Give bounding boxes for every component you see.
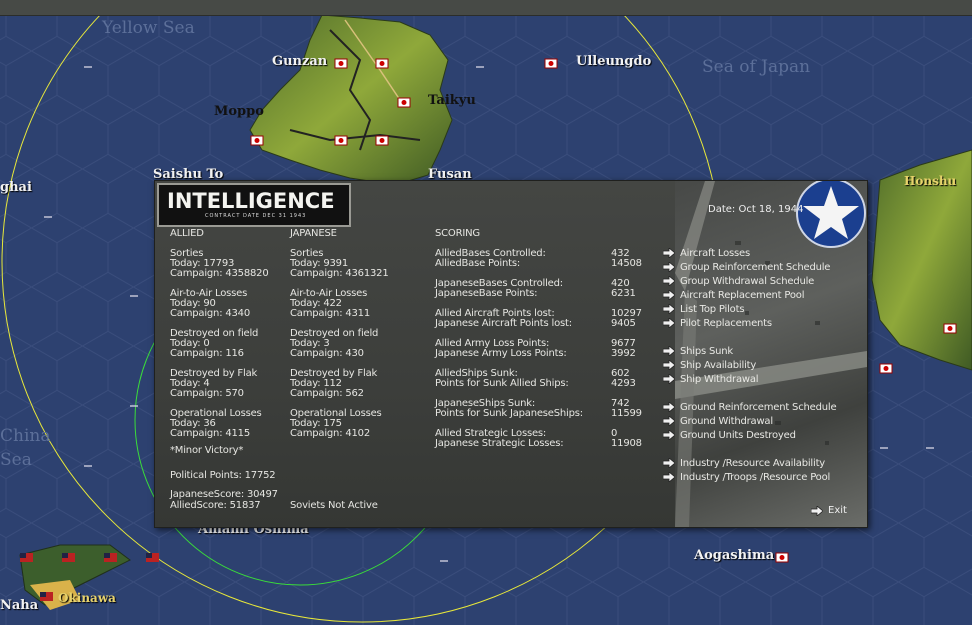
menu-item[interactable]: Group Reinforcement Schedule	[663, 261, 830, 273]
arrow-right-icon	[663, 416, 675, 426]
menu-item[interactable]: Industry /Resource Availability	[663, 457, 825, 469]
menu-item[interactable]: Ship Availability	[663, 359, 756, 371]
japanese-header: JAPANESE	[290, 228, 337, 239]
menu-item[interactable]: Group Withdrawal Schedule	[663, 275, 814, 287]
map-label-china: China	[0, 426, 51, 446]
dialog-title: INTELLIGENCE	[167, 189, 335, 213]
arrow-right-icon	[663, 402, 675, 412]
scoring-value: 11599	[611, 408, 642, 419]
arrow-right-icon	[663, 318, 675, 328]
menu-item[interactable]: Ship Withdrawal	[663, 373, 759, 385]
menu-item[interactable]: Aircraft Losses	[663, 247, 750, 259]
map-label-taikyu[interactable]: Taikyu	[428, 93, 476, 108]
victory-level: *Minor Victory*	[170, 445, 244, 456]
arrow-right-icon	[663, 304, 675, 314]
arrow-right-icon	[663, 430, 675, 440]
map-label-yellow-sea: Yellow Sea	[102, 18, 195, 38]
top-bar	[0, 0, 972, 16]
menu-item-label: Ships Sunk	[680, 345, 734, 357]
menu-item-label: Group Withdrawal Schedule	[680, 275, 815, 287]
scoring-label: Japanese Army Loss Points:	[435, 348, 567, 359]
menu-item-label: Group Reinforcement Schedule	[680, 261, 831, 273]
allied-sorties-campaign: Campaign: 4358820	[170, 268, 269, 279]
map-label-gunzan[interactable]: Gunzan	[272, 54, 327, 69]
scoring-value: 9405	[611, 318, 636, 329]
menu-item-label: Ground Reinforcement Schedule	[680, 401, 837, 413]
dialog-subtitle: CONTRACT DATE DEC 31 1943	[205, 213, 307, 219]
exit-arrow-icon	[811, 505, 823, 516]
scoring-label: JapaneseBase Points:	[435, 288, 538, 299]
arrow-right-icon	[663, 290, 675, 300]
allied-ops-campaign: Campaign: 4115	[170, 428, 250, 439]
arrow-right-icon	[663, 346, 675, 356]
scoring-header: SCORING	[435, 228, 480, 239]
allied-star-icon	[796, 181, 866, 248]
menu-item-label: Industry /Troops /Resource Pool	[680, 471, 831, 483]
japanese-score: JapaneseScore: 30497	[170, 489, 278, 500]
map-label-moppo[interactable]: Moppo	[214, 104, 264, 119]
allied-a2a-campaign: Campaign: 4340	[170, 308, 250, 319]
scoring-label: Japanese Aircraft Points lost:	[435, 318, 572, 329]
arrow-right-icon	[663, 248, 675, 258]
scoring-label: Points for Sunk Allied Ships:	[435, 378, 569, 389]
arrow-right-icon	[663, 374, 675, 384]
scoring-label: Japanese Strategic Losses:	[435, 438, 564, 449]
menu-item-label: List Top Pilots	[680, 303, 745, 315]
allied-dof-campaign: Campaign: 116	[170, 348, 244, 359]
scoring-value: 6231	[611, 288, 636, 299]
intelligence-dialog: INTELLIGENCE CONTRACT DATE DEC 31 1943 D…	[154, 180, 868, 528]
menu-item[interactable]: Aircraft Replacement Pool	[663, 289, 804, 301]
allied-header: ALLIED	[170, 228, 204, 239]
map-label-sea-fragment: Sea	[0, 450, 32, 470]
political-points: Political Points: 17752	[170, 470, 276, 481]
allied-score: AlliedScore: 51837	[170, 500, 261, 511]
exit-button[interactable]: Exit	[811, 505, 847, 516]
japanese-a2a-campaign: Campaign: 4311	[290, 308, 370, 319]
japanese-ops-campaign: Campaign: 4102	[290, 428, 370, 439]
map-label-ulleungdo[interactable]: Ulleungdo	[576, 54, 651, 69]
japanese-sorties-campaign: Campaign: 4361321	[290, 268, 389, 279]
scoring-label: Points for Sunk JapaneseShips:	[435, 408, 583, 419]
menu-item-label: Industry /Resource Availability	[680, 457, 826, 469]
map-label-okinawa[interactable]: Okinawa	[58, 591, 116, 605]
menu-item[interactable]: List Top Pilots	[663, 303, 745, 315]
menu-item[interactable]: Ground Withdrawal	[663, 415, 773, 427]
scoring-label: AlliedBase Points:	[435, 258, 521, 269]
menu-item-label: Ground Withdrawal	[680, 415, 773, 427]
intelligence-title-plate: INTELLIGENCE CONTRACT DATE DEC 31 1943	[157, 183, 351, 227]
arrow-right-icon	[663, 360, 675, 370]
allied-dbf-campaign: Campaign: 570	[170, 388, 244, 399]
menu-item[interactable]: Ground Reinforcement Schedule	[663, 401, 837, 413]
soviets-status: Soviets Not Active	[290, 500, 378, 511]
arrow-right-icon	[663, 458, 675, 468]
menu-item-label: Aircraft Losses	[680, 247, 750, 259]
map-label-naha[interactable]: Naha	[0, 598, 38, 613]
menu-item-label: Ship Withdrawal	[680, 373, 759, 385]
menu-item[interactable]: Ships Sunk	[663, 345, 733, 357]
menu-item[interactable]: Industry /Troops /Resource Pool	[663, 471, 830, 483]
arrow-right-icon	[663, 262, 675, 272]
scoring-value: 14508	[611, 258, 642, 269]
map-label-sea-of-japan: Sea of Japan	[702, 57, 811, 77]
japanese-dbf-campaign: Campaign: 562	[290, 388, 364, 399]
scoring-value: 11908	[611, 438, 642, 449]
menu-item-label: Ship Availability	[680, 359, 757, 371]
scoring-value: 4293	[611, 378, 636, 389]
arrow-right-icon	[663, 276, 675, 286]
menu-item-label: Aircraft Replacement Pool	[680, 289, 805, 301]
japanese-dof-campaign: Campaign: 430	[290, 348, 364, 359]
map-label-aogashima[interactable]: Aogashima	[694, 548, 774, 563]
menu-item-label: Ground Units Destroyed	[680, 429, 796, 441]
menu-item-label: Pilot Replacements	[680, 317, 772, 329]
arrow-right-icon	[663, 472, 675, 482]
current-date: Date: Oct 18, 1944	[708, 204, 804, 215]
scoring-value: 3992	[611, 348, 636, 359]
map-label-honshu: Honshu	[904, 174, 957, 188]
map-label-ghai: ghai	[0, 180, 32, 195]
menu-item[interactable]: Ground Units Destroyed	[663, 429, 796, 441]
exit-label: Exit	[828, 505, 847, 516]
menu-item[interactable]: Pilot Replacements	[663, 317, 772, 329]
